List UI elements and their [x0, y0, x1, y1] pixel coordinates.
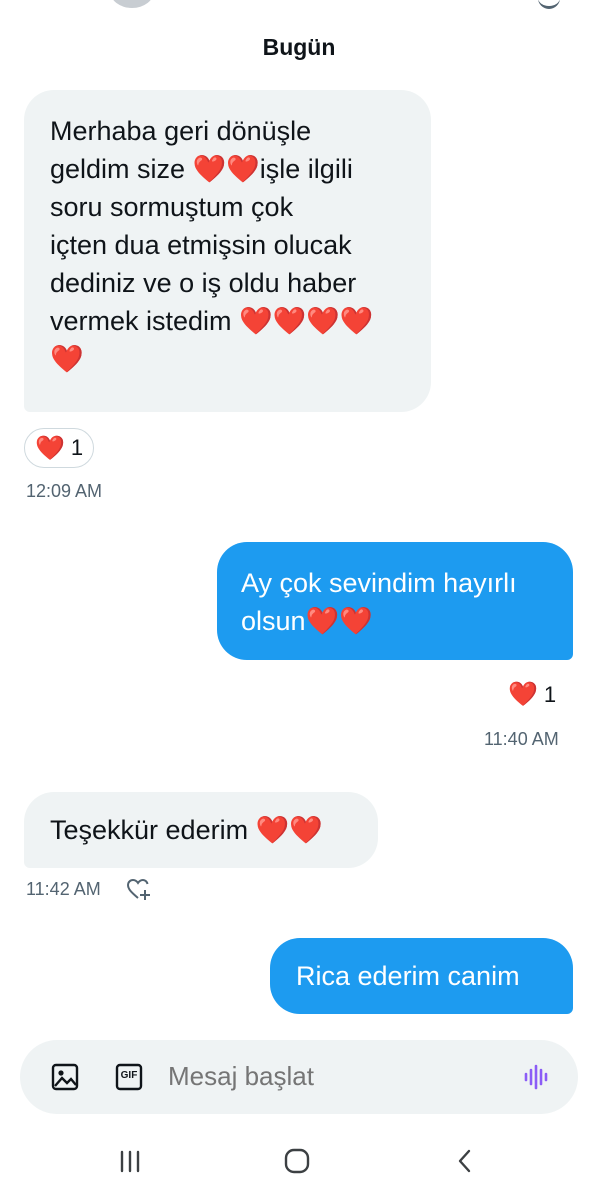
reaction-count: 1: [70, 435, 84, 460]
reaction-badge[interactable]: ❤️ 1: [508, 680, 556, 709]
heart-reaction-icon: ❤️: [35, 434, 65, 462]
message-input[interactable]: [166, 1060, 500, 1093]
message-bubble-incoming[interactable]: Teşekkür ederim ❤️❤️: [24, 792, 378, 868]
reaction-badge[interactable]: ❤️ 1: [24, 428, 95, 468]
recent-apps-icon[interactable]: [117, 1146, 143, 1181]
heart-plus-icon[interactable]: [126, 877, 152, 901]
partner-avatar[interactable]: [110, 0, 154, 8]
message-text: Merhaba geri dönüşle geldim size ❤️❤️işl…: [50, 116, 374, 374]
message-composer: GIF: [20, 1040, 578, 1114]
image-icon[interactable]: [50, 1062, 80, 1097]
gif-icon[interactable]: GIF: [114, 1062, 144, 1092]
message-text: Teşekkür ederim ❤️❤️: [50, 815, 323, 845]
header-icon[interactable]: [538, 0, 560, 9]
message-text: Rica ederim canim: [296, 961, 520, 991]
reaction-count: 1: [543, 681, 557, 707]
gif-label: GIF: [120, 1070, 138, 1081]
home-icon[interactable]: [282, 1146, 312, 1181]
system-navigation-bar: [0, 1128, 598, 1200]
voice-waveform-icon[interactable]: [522, 1062, 552, 1097]
back-icon[interactable]: [452, 1146, 478, 1181]
heart-reaction-icon: ❤️: [508, 681, 538, 708]
message-timestamp: 12:09 AM: [26, 481, 103, 501]
message-text: Ay çok sevindim hayırlı olsun❤️❤️: [241, 568, 517, 636]
message-timestamp: 11:42 AM: [26, 879, 101, 899]
message-timestamp: 11:40 AM: [484, 729, 559, 749]
message-bubble-incoming[interactable]: Merhaba geri dönüşle geldim size ❤️❤️işl…: [24, 90, 431, 412]
message-bubble-outgoing[interactable]: Rica ederim canim: [270, 938, 573, 1014]
date-divider: Bugün: [262, 34, 336, 60]
message-bubble-outgoing[interactable]: Ay çok sevindim hayırlı olsun❤️❤️: [217, 542, 573, 660]
